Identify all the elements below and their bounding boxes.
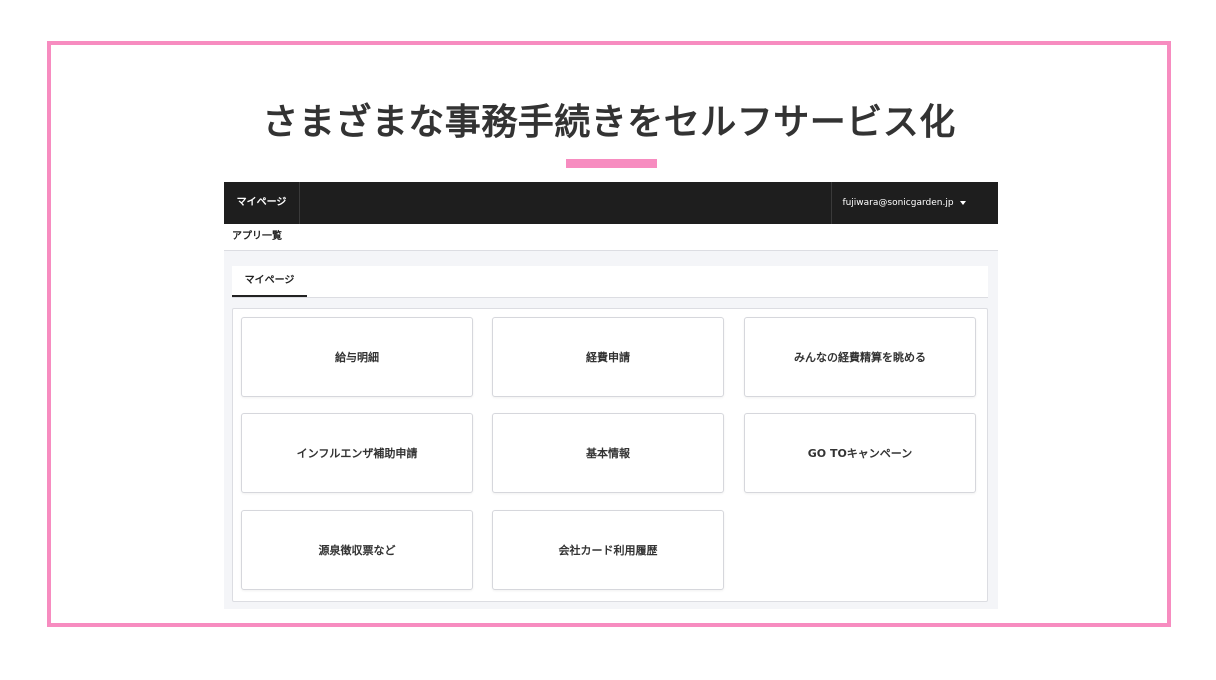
app-tile-payslip[interactable]: 給与明細	[241, 317, 473, 397]
caret-down-icon	[959, 200, 966, 205]
user-menu[interactable]: fujiwara@sonicgarden.jp	[831, 182, 976, 224]
title-underline	[566, 159, 657, 168]
app-tile-expense-request[interactable]: 経費申請	[492, 317, 724, 397]
page-title: アプリ一覧	[232, 231, 282, 242]
app-grid: 給与明細 経費申請 みんなの経費精算を眺める インフルエンザ補助申請 基本情報 …	[232, 308, 988, 602]
user-email: fujiwara@sonicgarden.jp	[842, 198, 954, 208]
slide-frame: さまざまな事務手続きをセルフサービス化 マイページ fujiwara@sonic…	[47, 41, 1171, 627]
app-tile-goto-campaign[interactable]: GO TOキャンペーン	[744, 413, 976, 493]
tab-bar: マイページ	[232, 266, 988, 298]
page-header: アプリ一覧	[224, 224, 998, 251]
app-tile-company-card-history[interactable]: 会社カード利用履歴	[492, 510, 724, 590]
top-navbar: マイページ fujiwara@sonicgarden.jp	[224, 182, 998, 224]
app-tile-withholding-slip[interactable]: 源泉徴収票など	[241, 510, 473, 590]
slide-title: さまざまな事務手続きをセルフサービス化	[262, 102, 956, 143]
app-tile-basic-info[interactable]: 基本情報	[492, 413, 724, 493]
nav-mypage-link[interactable]: マイページ	[224, 182, 300, 224]
app-tile-everyone-expenses[interactable]: みんなの経費精算を眺める	[744, 317, 976, 397]
app-tile-influenza-subsidy[interactable]: インフルエンザ補助申請	[241, 413, 473, 493]
app-screenshot: マイページ fujiwara@sonicgarden.jp アプリ一覧 マイペー…	[224, 182, 998, 609]
tab-mypage[interactable]: マイページ	[232, 266, 307, 297]
